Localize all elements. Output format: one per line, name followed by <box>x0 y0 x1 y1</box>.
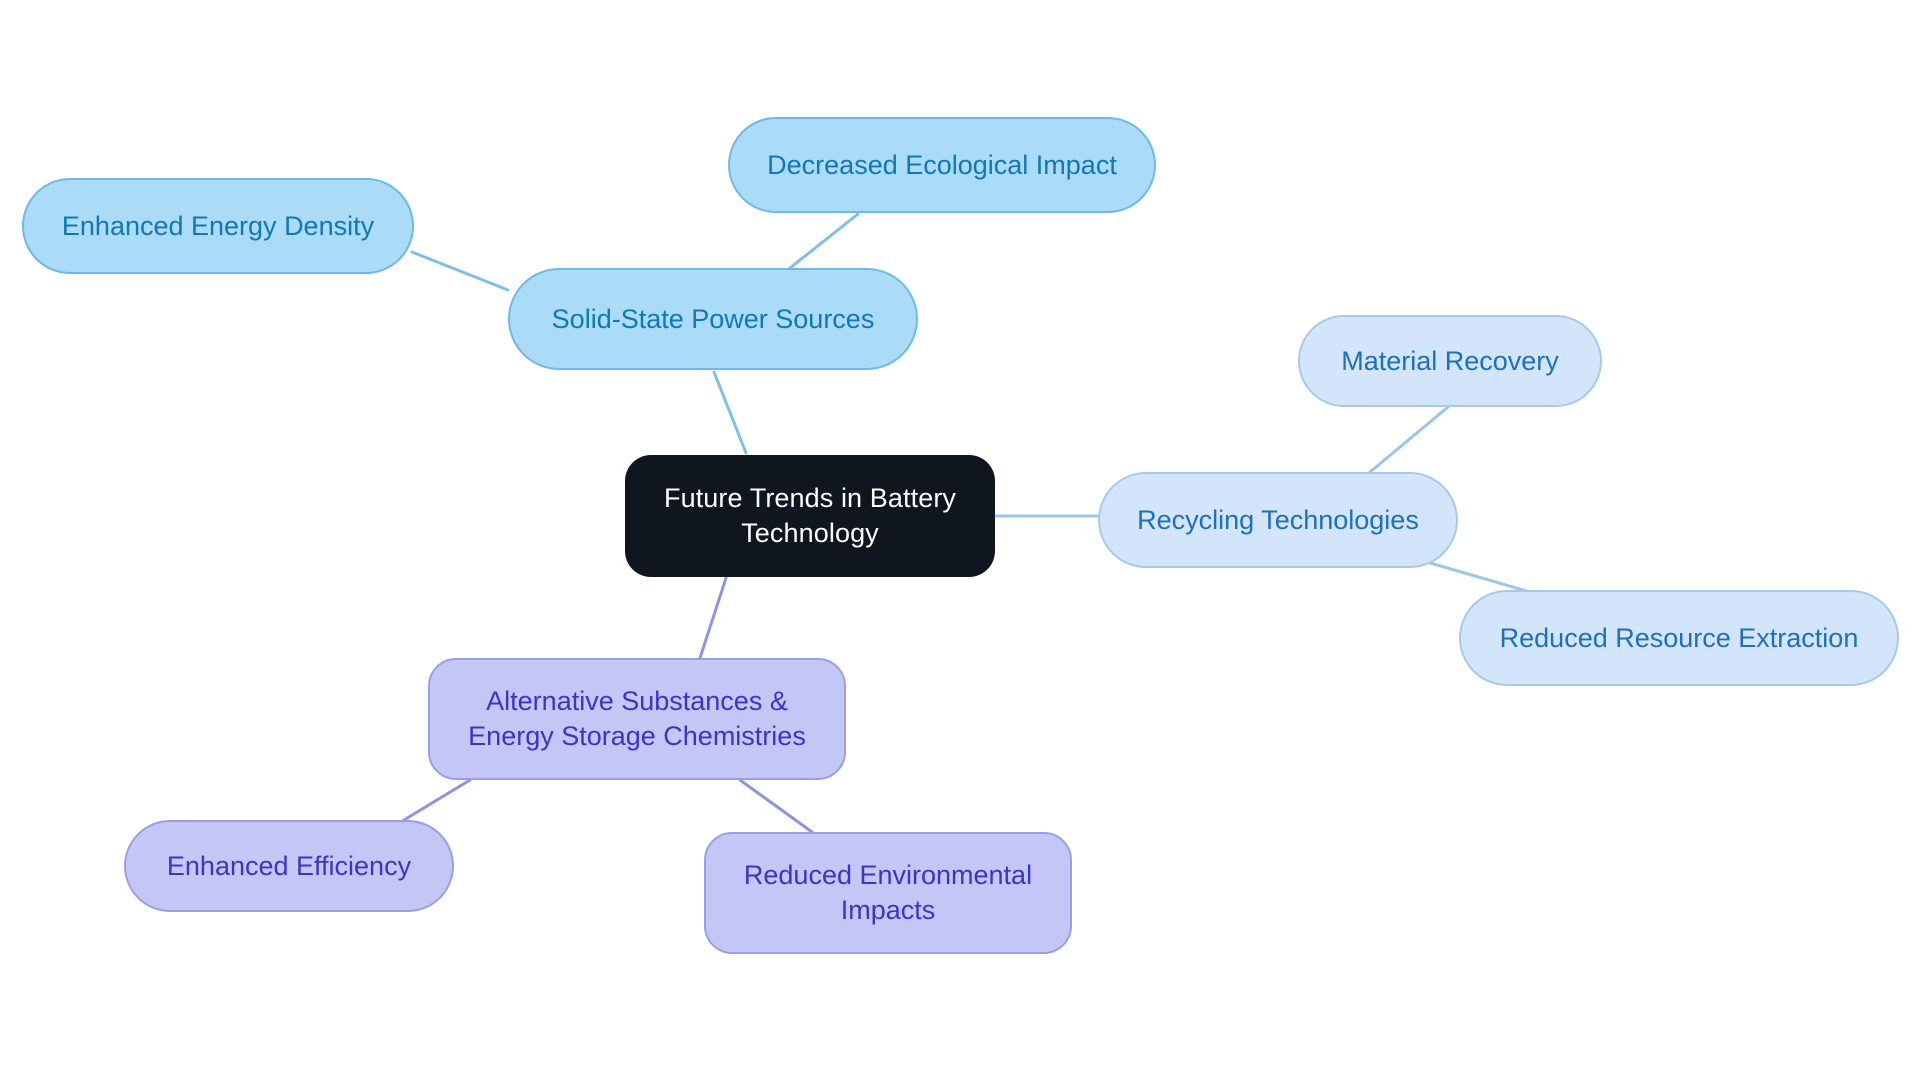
mindmap-leaf-label: Reduced Resource Extraction <box>1499 622 1859 653</box>
mindmap-branch-recycling-technologies[interactable]: Recycling Technologies <box>1098 472 1458 568</box>
mindmap-branch-solid-state[interactable]: Solid-State Power Sources <box>508 268 918 370</box>
mindmap-branch-label: Alternative Substances & Energy Storage … <box>468 686 806 751</box>
mindmap-branch-label: Recycling Technologies <box>1137 504 1419 535</box>
mindmap-branch-alternative-substances[interactable]: Alternative Substances & Energy Storage … <box>428 658 846 780</box>
connector-alternative-to-rei <box>738 778 814 834</box>
mindmap-leaf-material-recovery[interactable]: Material Recovery <box>1298 315 1602 407</box>
connector-solid-state-to-eed <box>410 250 510 292</box>
mindmap-root-label: Future Trends in Battery Technology <box>663 483 957 548</box>
connector-alternative-to-ee <box>402 778 472 822</box>
connector-root-to-alternative <box>698 576 728 660</box>
mindmap-root-node[interactable]: Future Trends in Battery Technology <box>625 455 995 577</box>
connector-root-to-solid-state <box>712 370 748 455</box>
connector-recycling-to-mr <box>1368 405 1450 474</box>
connector-solid-state-to-dei <box>788 212 860 270</box>
mindmap-leaf-label: Material Recovery <box>1341 345 1559 376</box>
mindmap-leaf-label: Enhanced Energy Density <box>61 210 375 241</box>
mindmap-leaf-enhanced-efficiency[interactable]: Enhanced Efficiency <box>124 820 454 912</box>
mindmap-branch-label: Solid-State Power Sources <box>551 303 875 334</box>
mindmap-leaf-label: Decreased Ecological Impact <box>767 149 1117 180</box>
mindmap-leaf-decreased-ecological-impact[interactable]: Decreased Ecological Impact <box>728 117 1156 213</box>
mindmap-leaf-reduced-resource-extraction[interactable]: Reduced Resource Extraction <box>1459 590 1899 686</box>
mindmap-leaf-label: Enhanced Efficiency <box>166 850 412 881</box>
mindmap-leaf-enhanced-energy-density[interactable]: Enhanced Energy Density <box>22 178 414 274</box>
mindmap-leaf-reduced-environmental-impacts[interactable]: Reduced Environmental Impacts <box>704 832 1072 954</box>
connector-recycling-to-rre <box>1418 558 1532 594</box>
mindmap-canvas: Future Trends in Battery Technology Soli… <box>0 0 1920 1083</box>
mindmap-leaf-label: Reduced Environmental Impacts <box>743 860 1033 925</box>
